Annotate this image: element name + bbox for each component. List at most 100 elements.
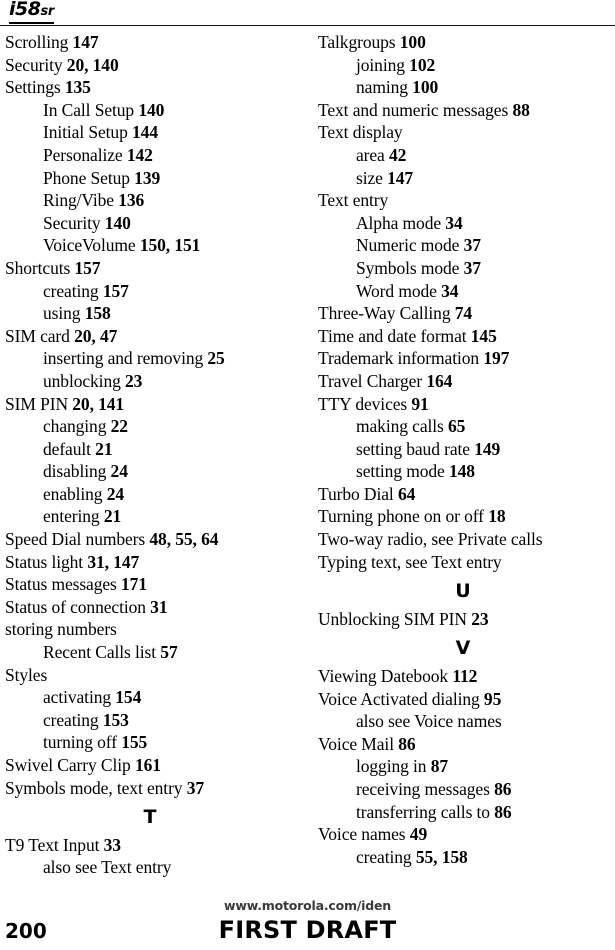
index-entry-page-reference: 37 [463, 257, 481, 278]
index-entry: Text display [318, 121, 608, 144]
index-entry: Turbo Dial 64 [318, 483, 608, 506]
index-entry-page-reference: 21 [95, 438, 113, 459]
index-entry: In Call Setup 140 [5, 99, 295, 122]
index-letter-heading: U [455, 580, 471, 603]
index-entry-label: also see Voice names [356, 711, 502, 732]
index-entry-page-reference: 155 [121, 732, 148, 753]
index-entry-page-reference: 112 [452, 666, 478, 687]
index-entry-label: Speed Dial numbers [5, 529, 150, 550]
brand-logo-suffix: sr [40, 4, 55, 19]
index-entry-page-reference: 147 [72, 32, 99, 52]
index-entry: T9 Text Input 33 [5, 834, 295, 857]
index-entry: Unblocking SIM PIN 23 [318, 608, 608, 631]
index-entry-label: Viewing Datebook [318, 666, 453, 687]
index-entry: creating 55, 158 [318, 846, 608, 869]
index-entry: Text entry [318, 189, 608, 212]
index-entry-page-reference: 158 [84, 303, 111, 324]
index-entry: Symbols mode, text entry 37 [5, 777, 295, 800]
index-entry: default 21 [5, 438, 295, 461]
index-entry-page-reference: 100 [399, 32, 426, 52]
index-entry: disabling 24 [5, 460, 295, 483]
index-entry-label: transferring calls to [356, 801, 495, 822]
index-letter-heading: V [455, 637, 471, 660]
index-entry-label: Three-Way Calling [318, 303, 455, 324]
index-entry-page-reference: 145 [470, 325, 497, 346]
index-entry: size 147 [318, 167, 608, 190]
index-entry: Initial Setup 144 [5, 121, 295, 144]
index-entry-page-reference: 140 [104, 212, 131, 233]
index-entry-page-reference: 34 [441, 280, 459, 301]
index-entry: also see Voice names [318, 710, 608, 733]
index-entry-label: TTY devices [318, 393, 412, 414]
index-entry-page-reference: 142 [126, 144, 153, 165]
index-entry: making calls 65 [318, 415, 608, 438]
index-entry-page-reference: 154 [115, 687, 142, 708]
index-letter-heading: T [143, 806, 157, 829]
index-entry-page-reference: 42 [389, 144, 407, 165]
index-column-left: Scrolling 147 Security 20, 140 Settings 13… [5, 31, 295, 879]
index-entry: setting baud rate 149 [318, 438, 608, 461]
index-entry-label: joining [356, 54, 410, 75]
index-entry-label: Scrolling [5, 32, 73, 52]
index-entry: Time and date format 145 [318, 325, 608, 348]
index-entry-page-reference: 149 [474, 438, 501, 459]
index-entry-label: Trademark information [318, 348, 484, 369]
index-entry-label: Recent Calls list [43, 642, 161, 663]
index-entry-page-reference: 148 [449, 461, 475, 482]
index-entry: Speed Dial numbers 48, 55, 64 [5, 528, 295, 551]
index-entry-page-reference: 23 [471, 608, 489, 629]
index-entry-page-reference: 150, 151 [139, 235, 201, 256]
index-entry-page-reference: 100 [412, 77, 439, 98]
index-entry-page-reference: 22 [110, 416, 128, 437]
index-entry-label: Personalize [43, 144, 127, 165]
index-entry-label: Voice Mail [318, 733, 399, 754]
index-entry-label: default [43, 438, 96, 459]
index-entry: Phone Setup 139 [5, 167, 295, 190]
index-entry-page-reference: 57 [160, 642, 178, 663]
index-entry-label: Security [43, 212, 105, 233]
brand-logo: i58sr [9, 0, 54, 24]
index-entry-page-reference: 37 [463, 235, 481, 256]
index-entry: Voice Mail 86 [318, 733, 608, 756]
index-entry-label: Settings [5, 77, 65, 98]
index-entry-page-reference: 33 [103, 834, 121, 855]
index-entry-label: Symbols mode, text entry [5, 777, 187, 798]
index-entry: unblocking 23 [5, 370, 295, 393]
index-entry-label: turning off [43, 732, 122, 753]
index-entry-label: Text entry [318, 190, 389, 211]
index-entry: Shortcuts 157 [5, 257, 295, 280]
index-entry-page-reference: 91 [411, 393, 429, 414]
index-entry-page-reference: 31 [150, 596, 168, 617]
index-content: Scrolling 147 Security 20, 140 Settings 13… [0, 31, 615, 891]
index-entry: Recent Calls list 57 [5, 641, 295, 664]
index-entry: inserting and removing 25 [5, 347, 295, 370]
index-entry: TTY devices 91 [318, 393, 608, 416]
index-entry: entering 21 [5, 505, 295, 528]
index-entry: SIM PIN 20, 141 [5, 393, 295, 416]
index-entry: Styles [5, 664, 295, 687]
index-entry-label: Alpha mode [356, 212, 446, 233]
index-entry-page-reference: 23 [125, 370, 143, 391]
index-entry-page-reference: 139 [134, 167, 161, 188]
index-entry-label: Talkgroups [318, 32, 400, 52]
index-entry-label: entering [43, 506, 104, 527]
index-entry-page-reference: 171 [121, 574, 147, 595]
index-entry-page-reference: 48, 55, 64 [149, 529, 219, 550]
index-entry-page-reference: 20, 47 [74, 325, 118, 346]
index-entry-label: Unblocking SIM PIN [318, 608, 472, 629]
index-entry: Travel Charger 164 [318, 370, 608, 393]
index-entry-label: activating [43, 687, 116, 708]
index-entry: Trademark information 197 [318, 347, 608, 370]
index-entry-label: Two-way radio, see Private calls [318, 529, 543, 550]
index-entry-page-reference: 102 [409, 54, 436, 75]
index-entry-label: setting mode [356, 461, 449, 482]
index-entry-page-reference: 197 [483, 348, 510, 369]
index-entry: Viewing Datebook 112 [318, 665, 608, 688]
index-entry-label: Symbols mode [356, 257, 464, 278]
index-entry-label: Typing text, see Text entry [318, 551, 502, 572]
index-entry-page-reference: 21 [103, 506, 122, 527]
index-entry-page-reference: 74 [454, 303, 473, 324]
index-entry-label: Status of connection [5, 596, 151, 617]
index-entry: Ring/Vibe 136 [5, 189, 295, 212]
index-entry-label: logging in [356, 756, 431, 777]
